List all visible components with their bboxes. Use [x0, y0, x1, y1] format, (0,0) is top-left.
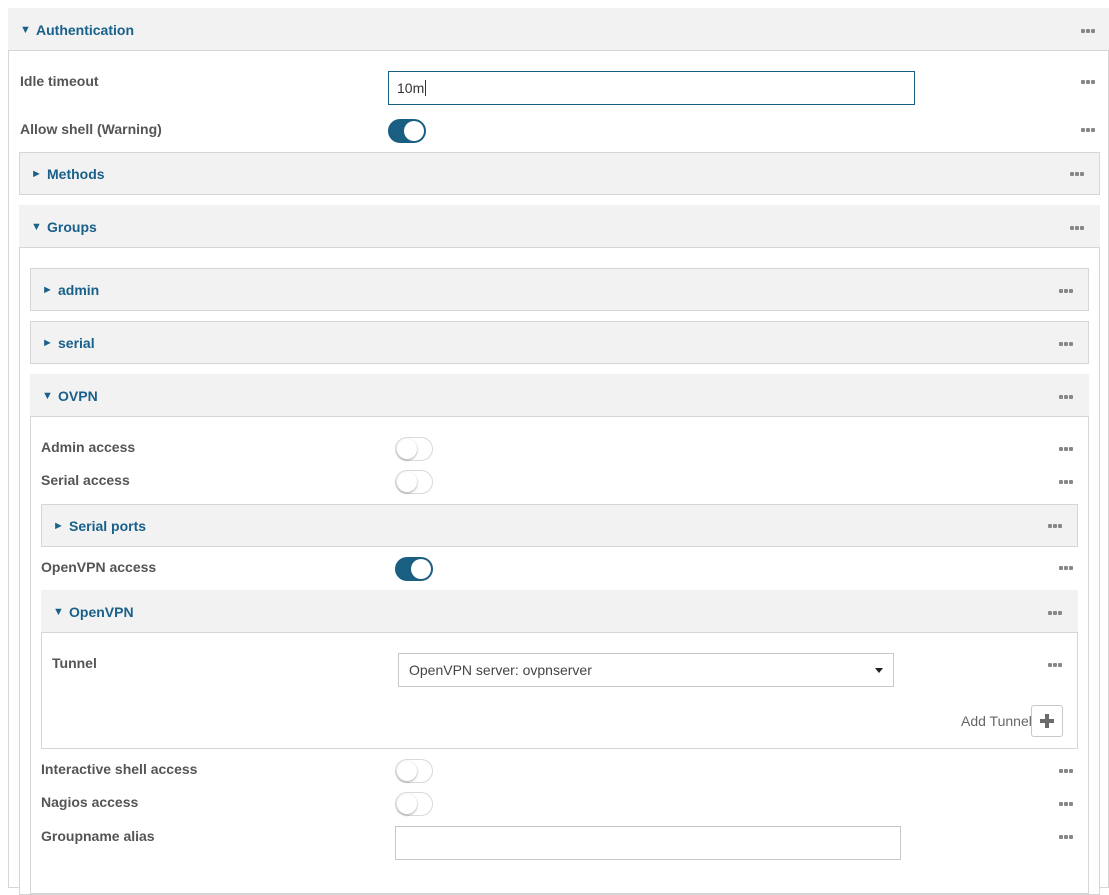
triangle-right-icon: ►	[53, 520, 64, 532]
toggle-knob	[404, 121, 424, 141]
more-options-icon[interactable]	[1081, 80, 1095, 84]
groups-header[interactable]	[19, 205, 1100, 248]
add-tunnel-label: Add Tunnel	[961, 713, 1032, 729]
authentication-title[interactable]: ▼ Authentication	[20, 20, 134, 40]
openvpn-access-label: OpenVPN access	[41, 559, 157, 575]
triangle-down-icon: ▼	[53, 606, 64, 618]
groupname-alias-label: Groupname alias	[41, 828, 155, 844]
triangle-right-icon: ►	[42, 337, 53, 349]
methods-header[interactable]	[19, 152, 1100, 195]
toggle-knob	[411, 559, 431, 579]
authentication-header[interactable]	[8, 8, 1109, 51]
toggle-knob	[397, 794, 417, 814]
openvpn-access-toggle[interactable]	[395, 557, 433, 581]
more-options-icon[interactable]	[1059, 480, 1073, 484]
openvpn-header[interactable]	[41, 590, 1078, 633]
allow-shell-toggle[interactable]	[388, 119, 426, 143]
group-admin-header[interactable]	[30, 268, 1089, 311]
tunnel-select[interactable]: OpenVPN server: ovpnserver	[398, 653, 894, 687]
nagios-access-toggle[interactable]	[395, 792, 433, 816]
triangle-down-icon: ▼	[42, 390, 53, 402]
toggle-knob	[397, 472, 417, 492]
interactive-shell-access-label: Interactive shell access	[41, 761, 198, 777]
groups-title-text: Groups	[47, 219, 97, 235]
group-admin-title-text: admin	[58, 282, 100, 298]
more-options-icon[interactable]	[1081, 128, 1095, 132]
triangle-down-icon: ▼	[31, 221, 42, 233]
openvpn-title[interactable]: ▼ OpenVPN	[53, 602, 134, 622]
toggle-knob	[397, 761, 417, 781]
more-options-icon[interactable]	[1070, 226, 1084, 230]
serial-access-label: Serial access	[41, 472, 130, 488]
more-options-icon[interactable]	[1059, 802, 1073, 806]
more-options-icon[interactable]	[1048, 611, 1062, 615]
group-ovpn-title-text: OVPN	[58, 388, 98, 404]
idle-timeout-input[interactable]: 10m	[388, 71, 915, 105]
add-tunnel-button[interactable]	[1031, 705, 1063, 737]
tunnel-select-value: OpenVPN server: ovpnserver	[409, 662, 592, 678]
group-serial-title-text: serial	[58, 335, 95, 351]
triangle-right-icon: ►	[42, 284, 53, 296]
more-options-icon[interactable]	[1059, 835, 1073, 839]
methods-title-text: Methods	[47, 166, 105, 182]
admin-access-label: Admin access	[41, 439, 136, 455]
idle-timeout-label: Idle timeout	[20, 73, 99, 89]
authentication-title-text: Authentication	[36, 22, 134, 38]
serial-ports-title-text: Serial ports	[69, 518, 147, 534]
methods-title[interactable]: ► Methods	[31, 164, 105, 184]
group-ovpn-header[interactable]	[30, 374, 1089, 417]
allow-shell-label: Allow shell (Warning)	[20, 121, 162, 137]
triangle-right-icon: ►	[31, 168, 42, 180]
serial-ports-title[interactable]: ► Serial ports	[53, 516, 146, 536]
more-options-icon[interactable]	[1059, 447, 1073, 451]
groupname-alias-input[interactable]	[395, 826, 901, 860]
group-serial-header[interactable]	[30, 321, 1089, 364]
more-options-icon[interactable]	[1059, 566, 1073, 570]
more-options-icon[interactable]	[1059, 342, 1073, 346]
plus-icon	[1040, 714, 1054, 728]
interactive-shell-access-toggle[interactable]	[395, 759, 433, 783]
more-options-icon[interactable]	[1070, 172, 1084, 176]
group-admin-title[interactable]: ► admin	[42, 280, 99, 300]
more-options-icon[interactable]	[1059, 289, 1073, 293]
nagios-access-label: Nagios access	[41, 794, 139, 810]
more-options-icon[interactable]	[1059, 769, 1073, 773]
groups-title[interactable]: ▼ Groups	[31, 217, 97, 237]
chevron-down-icon	[875, 667, 883, 673]
more-options-icon[interactable]	[1048, 524, 1062, 528]
more-options-icon[interactable]	[1048, 663, 1062, 667]
triangle-down-icon: ▼	[20, 24, 31, 36]
idle-timeout-value: 10m	[397, 80, 425, 96]
group-serial-title[interactable]: ► serial	[42, 333, 95, 353]
serial-access-toggle[interactable]	[395, 470, 433, 494]
more-options-icon[interactable]	[1059, 395, 1073, 399]
serial-ports-header[interactable]	[41, 504, 1078, 547]
openvpn-title-text: OpenVPN	[69, 604, 134, 620]
toggle-knob	[397, 439, 417, 459]
more-options-icon[interactable]	[1081, 29, 1095, 33]
admin-access-toggle[interactable]	[395, 437, 433, 461]
group-ovpn-title[interactable]: ▼ OVPN	[42, 386, 98, 406]
tunnel-label: Tunnel	[52, 655, 97, 671]
